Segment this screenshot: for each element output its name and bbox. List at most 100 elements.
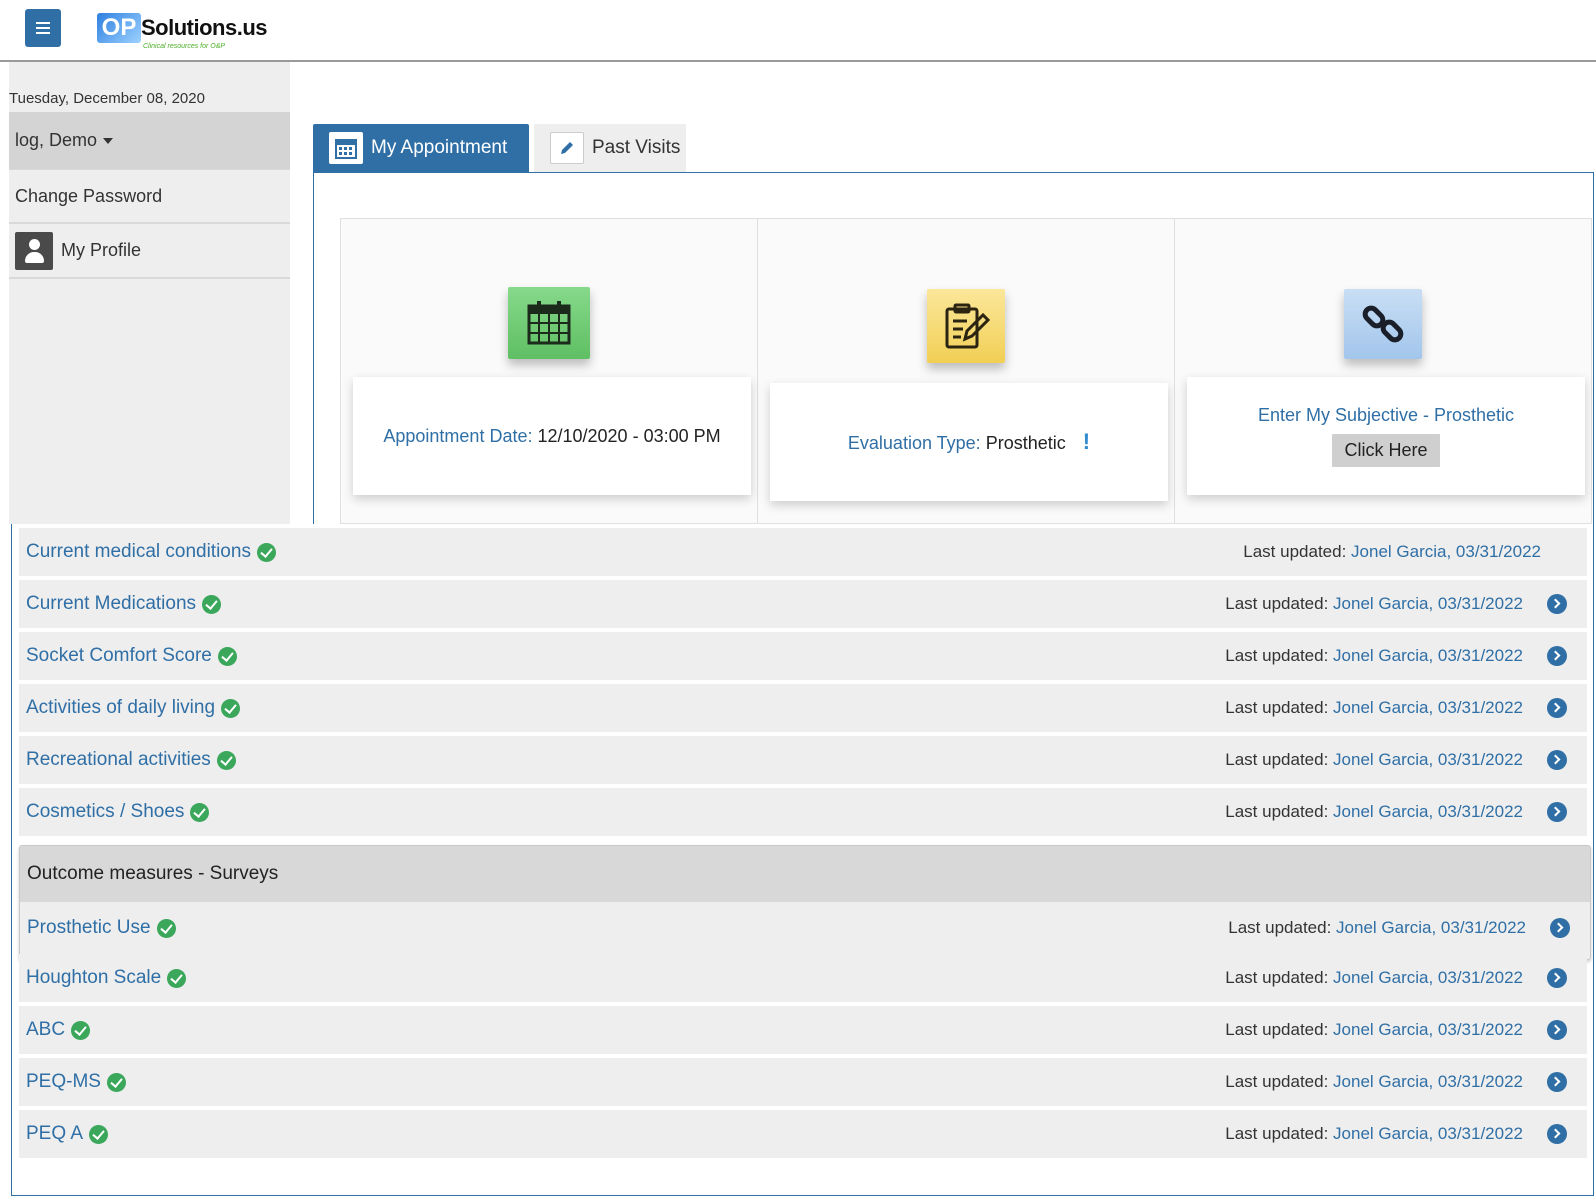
list-item-title[interactable]: ABC (26, 1019, 65, 1041)
list-item[interactable]: Houghton Scale Last updated: Jonel Garci… (19, 954, 1587, 1002)
check-circle-icon (190, 802, 210, 822)
updated-by-link[interactable]: Jonel Garcia, 03/31/2022 (1336, 918, 1526, 937)
appointment-date-box: Appointment Date: 12/10/2020 - 03:00 PM (353, 377, 751, 495)
list-item-title[interactable]: PEQ-MS (26, 1071, 101, 1093)
list-item-title[interactable]: Current medical conditions (26, 541, 251, 563)
updated-prefix: Last updated: (1225, 698, 1329, 717)
list-item-title[interactable]: Current Medications (26, 593, 196, 615)
list-item[interactable]: Current medical conditions Last updated:… (19, 528, 1587, 576)
logo-name: Solutions.us (141, 15, 268, 40)
info-exclamation-icon[interactable]: ! (1083, 429, 1090, 454)
updated-prefix: Last updated: (1225, 1124, 1329, 1143)
subjective-link[interactable]: Enter My Subjective - Prosthetic (1258, 405, 1514, 426)
list-item[interactable]: Socket Comfort Score Last updated: Jonel… (19, 632, 1587, 680)
updated-by-link[interactable]: Jonel Garcia, 03/31/2022 (1351, 542, 1541, 561)
chevron-right-circle-icon[interactable] (1547, 1124, 1567, 1144)
appointment-date-label: Appointment Date: (383, 425, 533, 446)
tab-my-appointment[interactable]: My Appointment (313, 124, 529, 172)
chevron-right-circle-icon[interactable] (1547, 594, 1567, 614)
appointment-cards: Appointment Date: 12/10/2020 - 03:00 PM … (340, 218, 1592, 524)
list-item[interactable]: Prosthetic Use Last updated: Jonel Garci… (20, 904, 1590, 952)
updated-prefix: Last updated: (1225, 968, 1329, 987)
tab-label: My Appointment (371, 137, 508, 158)
updated-by-link[interactable]: Jonel Garcia, 03/31/2022 (1333, 1020, 1523, 1039)
evaluation-type-label: Evaluation Type: (847, 433, 981, 453)
list-item-title[interactable]: PEQ A (26, 1123, 83, 1145)
chevron-right-circle-icon[interactable] (1547, 1072, 1567, 1092)
list-item-title[interactable]: Cosmetics / Shoes (26, 801, 184, 823)
sidebar-item-my-profile[interactable]: My Profile (9, 224, 290, 279)
updated-by-link[interactable]: Jonel Garcia, 03/31/2022 (1333, 646, 1523, 665)
check-circle-icon (221, 698, 241, 718)
check-circle-icon (202, 594, 222, 614)
sidebar-item-label: My Profile (61, 240, 142, 260)
check-circle-icon (167, 968, 187, 988)
chevron-right-circle-icon[interactable] (1547, 750, 1567, 770)
user-avatar-icon (15, 231, 53, 270)
list-item[interactable]: ABC Last updated: Jonel Garcia, 03/31/20… (19, 1006, 1587, 1054)
list-item[interactable]: Cosmetics / Shoes Last updated: Jonel Ga… (19, 788, 1587, 836)
edit-document-tile-icon (927, 289, 1005, 363)
list-item[interactable]: Recreational activities Last updated: Jo… (19, 736, 1587, 784)
check-circle-icon (89, 1124, 109, 1144)
updated-prefix: Last updated: (1225, 750, 1329, 769)
check-circle-icon (71, 1020, 91, 1040)
updated-by-link[interactable]: Jonel Garcia, 03/31/2022 (1333, 1072, 1523, 1091)
updated-by-link[interactable]: Jonel Garcia, 03/31/2022 (1333, 968, 1523, 987)
list-item-title[interactable]: Socket Comfort Score (26, 645, 212, 667)
calendar-icon (329, 132, 363, 164)
chevron-right-circle-icon[interactable] (1547, 1020, 1567, 1040)
list-item[interactable]: PEQ A Last updated: Jonel Garcia, 03/31/… (19, 1110, 1587, 1158)
tab-past-visits[interactable]: Past Visits (534, 124, 686, 172)
pencil-icon (550, 132, 584, 164)
chevron-right-circle-icon[interactable] (1547, 802, 1567, 822)
appointment-date-card: Appointment Date: 12/10/2020 - 03:00 PM (341, 219, 758, 523)
chevron-right-circle-icon[interactable] (1547, 698, 1567, 718)
link-tile-icon (1344, 289, 1422, 359)
updated-prefix: Last updated: (1225, 802, 1329, 821)
current-date: Tuesday, December 08, 2020 (9, 90, 205, 107)
click-here-button[interactable]: Click Here (1332, 434, 1440, 467)
updated-by-link[interactable]: Jonel Garcia, 03/31/2022 (1333, 802, 1523, 821)
updated-prefix: Last updated: (1225, 1020, 1329, 1039)
subjective-box: Enter My Subjective - Prosthetic Click H… (1187, 377, 1585, 495)
logo[interactable]: OP Solutions.us Clinical resources for O… (97, 11, 277, 55)
caret-down-icon (103, 137, 114, 144)
evaluation-type-card: Evaluation Type: Prosthetic ! (758, 219, 1175, 523)
check-circle-icon (216, 750, 236, 770)
evaluation-type-box: Evaluation Type: Prosthetic ! (770, 383, 1168, 501)
chevron-right-circle-icon[interactable] (1547, 968, 1567, 988)
logo-tagline: Clinical resources for O&P (143, 43, 226, 50)
updated-by-link[interactable]: Jonel Garcia, 03/31/2022 (1333, 698, 1523, 717)
calendar-tile-icon (508, 287, 590, 359)
list-item[interactable]: PEQ-MS Last updated: Jonel Garcia, 03/31… (19, 1058, 1587, 1106)
appointment-date-value: 12/10/2020 - 03:00 PM (537, 425, 721, 446)
updated-prefix: Last updated: (1243, 542, 1347, 561)
check-circle-icon (256, 542, 276, 562)
updated-by-link[interactable]: Jonel Garcia, 03/31/2022 (1333, 1124, 1523, 1143)
sidebar: Tuesday, December 08, 2020 log, Demo Cha… (9, 62, 290, 524)
group-title: Outcome measures - Surveys (20, 846, 1590, 902)
user-menu-label: log, Demo (15, 130, 98, 150)
list-item-title[interactable]: Activities of daily living (26, 697, 215, 719)
top-bar: OP Solutions.us Clinical resources for O… (0, 0, 1596, 62)
updated-by-link[interactable]: Jonel Garcia, 03/31/2022 (1333, 750, 1523, 769)
sidebar-item-change-password[interactable]: Change Password (9, 169, 290, 224)
logo-mark: OP (97, 13, 141, 43)
list-item[interactable]: Activities of daily living Last updated:… (19, 684, 1587, 732)
list-item-title[interactable]: Houghton Scale (26, 967, 161, 989)
outcome-measures-group: Outcome measures - Surveys Prosthetic Us… (19, 845, 1591, 960)
check-circle-icon (156, 918, 176, 938)
list-item-title[interactable]: Recreational activities (26, 749, 211, 771)
updated-prefix: Last updated: (1228, 918, 1332, 937)
chevron-right-circle-icon[interactable] (1547, 646, 1567, 666)
list-item-title[interactable]: Prosthetic Use (27, 917, 151, 939)
sidebar-item-label: Change Password (15, 185, 163, 206)
evaluation-type-value: Prosthetic (985, 433, 1066, 453)
user-menu[interactable]: log, Demo (9, 112, 290, 169)
list-item[interactable]: Current Medications Last updated: Jonel … (19, 580, 1587, 628)
chevron-right-circle-icon[interactable] (1550, 918, 1570, 938)
check-circle-icon (106, 1072, 126, 1092)
updated-by-link[interactable]: Jonel Garcia, 03/31/2022 (1333, 594, 1523, 613)
hamburger-menu-icon[interactable] (25, 9, 61, 47)
